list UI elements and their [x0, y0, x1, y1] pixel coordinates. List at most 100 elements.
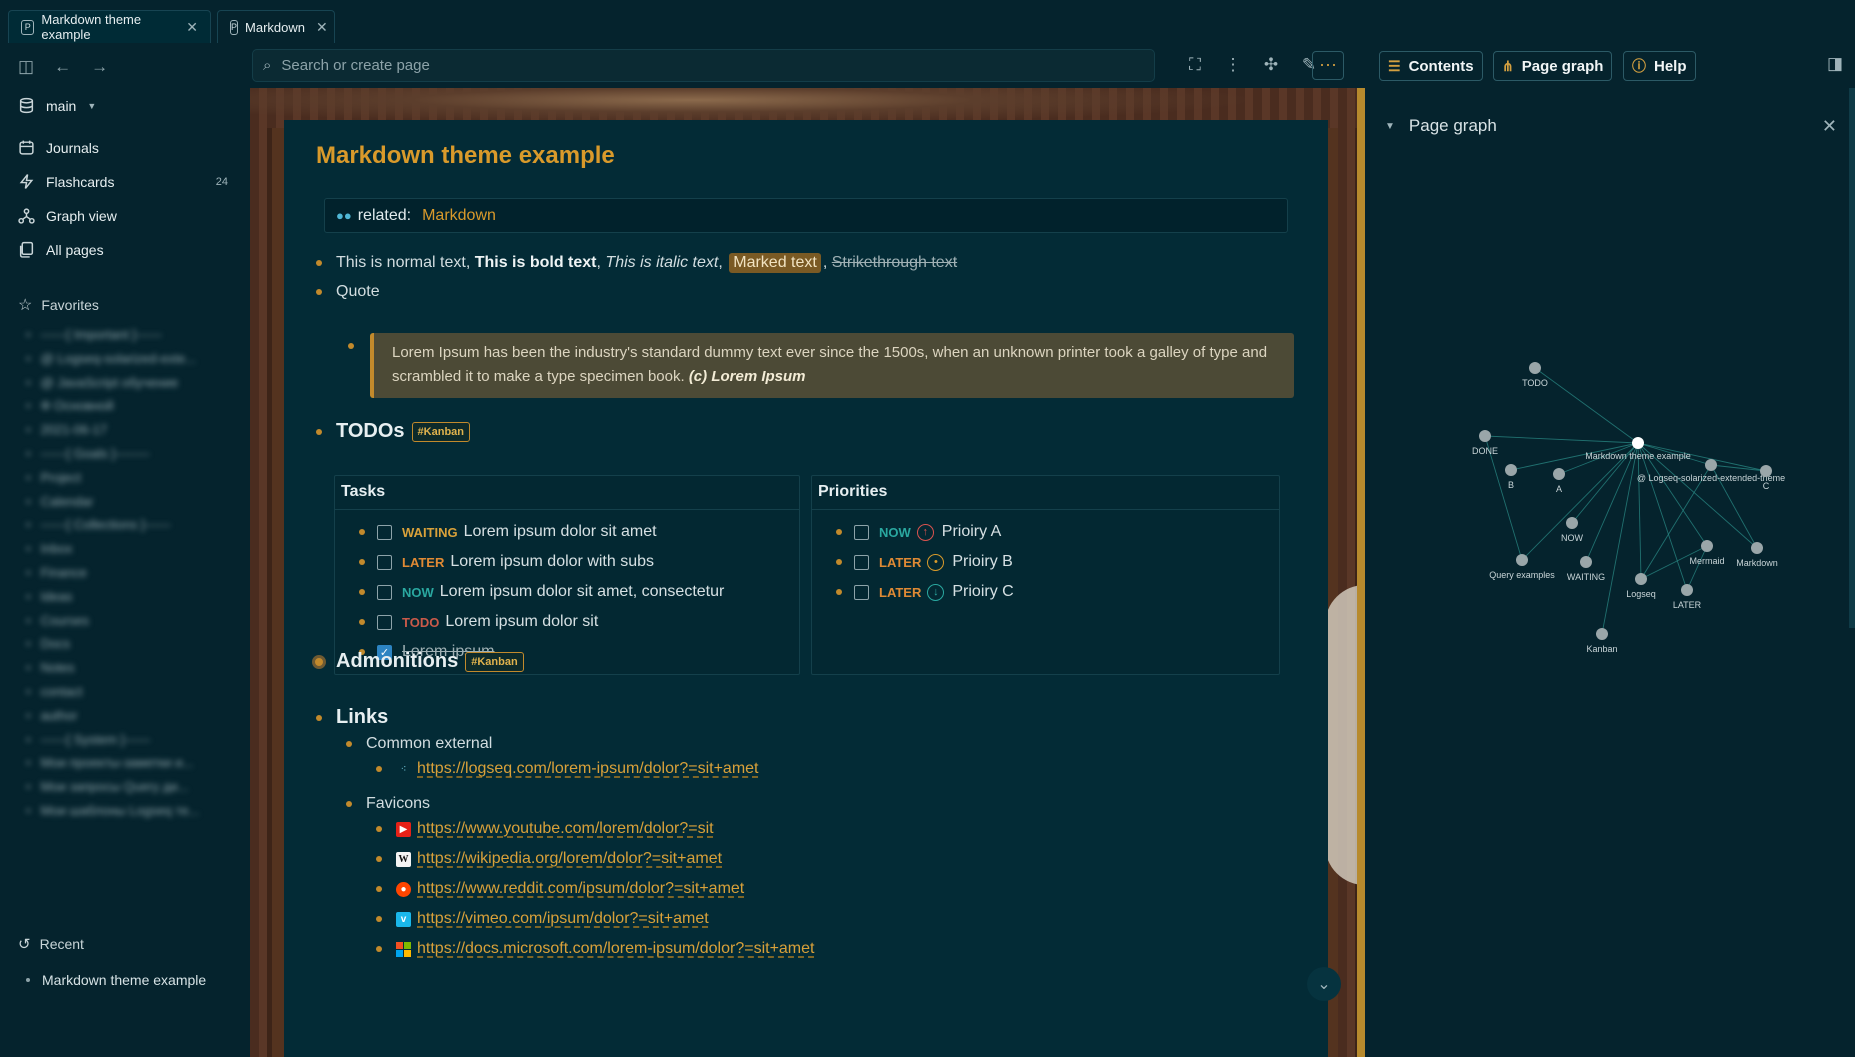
page-graph-button[interactable]: ⋔ Page graph: [1493, 51, 1613, 81]
block-bullet[interactable]: [376, 856, 382, 862]
block-admonitions[interactable]: Admonitions #Kanban: [312, 650, 524, 673]
favorite-item[interactable]: Finance: [26, 565, 87, 580]
favorite-item[interactable]: contact: [26, 684, 83, 699]
scroll-down-button[interactable]: ⌄: [1307, 967, 1341, 1001]
fullscreen-icon[interactable]: ⛶: [1185, 55, 1205, 75]
favorite-item[interactable]: Project: [26, 470, 81, 485]
block-bullet[interactable]: [836, 559, 842, 565]
priority-item[interactable]: LATER • Prioiry B: [836, 553, 1013, 571]
task-checkbox[interactable]: [377, 524, 392, 540]
task-checkbox[interactable]: [854, 554, 869, 570]
task-marker[interactable]: WAITING: [402, 525, 458, 540]
external-link[interactable]: https://www.reddit.com/ipsum/dolor?=sit+…: [417, 880, 744, 898]
task-marker[interactable]: LATER: [402, 555, 444, 570]
graph-node[interactable]: [1701, 540, 1713, 552]
vertical-dots-icon[interactable]: ⋮: [1223, 55, 1243, 75]
link-item[interactable]: https://docs.microsoft.com/lorem-ipsum/d…: [376, 940, 814, 958]
block-bullet[interactable]: [376, 826, 382, 832]
external-link[interactable]: https://www.youtube.com/lorem/dolor?=sit: [417, 820, 714, 838]
graph-node[interactable]: [1751, 542, 1763, 554]
graph-node[interactable]: [1632, 437, 1644, 449]
task-item[interactable]: LATER Lorem ipsum dolor with subs: [359, 553, 654, 571]
block-links[interactable]: Links: [316, 706, 388, 729]
task-checkbox[interactable]: [854, 524, 869, 540]
block-bullet[interactable]: [359, 559, 365, 565]
toggle-right-sidebar-icon[interactable]: ◨: [1827, 54, 1843, 74]
task-item[interactable]: TODO Lorem ipsum dolor sit: [359, 613, 598, 631]
task-checkbox[interactable]: [377, 554, 392, 570]
favorite-item[interactable]: Мои запросы Query ди...: [26, 779, 189, 794]
graph-node[interactable]: [1580, 556, 1592, 568]
plugin-icon[interactable]: ✣: [1261, 55, 1281, 75]
forward-arrow-icon[interactable]: →: [91, 57, 108, 77]
favorite-item[interactable]: @ JavaScript обучение: [26, 375, 179, 390]
close-icon[interactable]: ✕: [186, 19, 198, 36]
contents-button[interactable]: ☰ Contents: [1379, 51, 1483, 81]
kanban-tag[interactable]: #Kanban: [465, 651, 524, 672]
task-checkbox[interactable]: [854, 584, 869, 600]
block-bullet[interactable]: [376, 886, 382, 892]
task-marker[interactable]: TODO: [402, 615, 439, 630]
favorite-item[interactable]: Мои проекты-заметки и...: [26, 755, 194, 770]
workspace-selector[interactable]: main ▼: [18, 97, 96, 114]
favorite-item[interactable]: ------[ Collections ]------: [26, 517, 171, 532]
block-common-external[interactable]: Common external: [346, 735, 492, 753]
graph-node[interactable]: [1705, 459, 1717, 471]
favorite-item[interactable]: ------[ System ]------: [26, 732, 151, 747]
block-quote-label[interactable]: Quote: [316, 283, 380, 301]
block-bullet[interactable]: [346, 741, 352, 747]
favorite-item[interactable]: Docs: [26, 636, 71, 651]
graph-node[interactable]: [1505, 464, 1517, 476]
favorites-header[interactable]: ☆ Favorites: [18, 295, 99, 315]
link-item[interactable]: ▶ https://www.youtube.com/lorem/dolor?=s…: [376, 820, 714, 838]
external-link[interactable]: https://vimeo.com/ipsum/dolor?=sit+amet: [417, 910, 709, 928]
favorite-item[interactable]: Inbox: [26, 541, 73, 556]
external-link[interactable]: https://docs.microsoft.com/lorem-ipsum/d…: [417, 940, 814, 958]
task-item[interactable]: NOW Lorem ipsum dolor sit amet, consecte…: [359, 583, 724, 601]
close-icon[interactable]: ✕: [316, 19, 328, 36]
graph-node[interactable]: [1529, 362, 1541, 374]
favorite-item[interactable]: Courses: [26, 613, 89, 628]
link-item[interactable]: W https://wikipedia.org/lorem/dolor?=sit…: [376, 850, 722, 868]
block-bullet[interactable]: [346, 801, 352, 807]
task-checkbox[interactable]: [377, 584, 392, 600]
kanban-tag[interactable]: #Kanban: [411, 421, 471, 442]
page-title[interactable]: Markdown theme example: [316, 142, 615, 170]
task-marker[interactable]: NOW: [879, 525, 911, 540]
favorite-item[interactable]: Ideas: [26, 589, 73, 604]
graph-node[interactable]: [1553, 468, 1565, 480]
external-link[interactable]: https://wikipedia.org/lorem/dolor?=sit+a…: [417, 850, 722, 868]
favorite-item[interactable]: @ Logseq-solarized-exte...: [26, 351, 197, 366]
search-box[interactable]: ⌕: [252, 49, 1155, 82]
task-checkbox[interactable]: [377, 614, 392, 630]
block-bullet[interactable]: [316, 260, 322, 266]
graph-node[interactable]: [1479, 430, 1491, 442]
collapsed-bullet[interactable]: [312, 654, 326, 669]
favorite-item[interactable]: Ф Основной: [26, 398, 114, 413]
back-arrow-icon[interactable]: ←: [54, 57, 71, 77]
block-bullet[interactable]: [359, 619, 365, 625]
more-options-button[interactable]: ···: [1312, 51, 1344, 80]
property-link[interactable]: Markdown: [422, 207, 496, 225]
favorite-item[interactable]: Мои шаблоны Logseq те...: [26, 803, 200, 818]
block-bullet[interactable]: [836, 529, 842, 535]
graph-node[interactable]: [1516, 554, 1528, 566]
block-bullet[interactable]: [376, 916, 382, 922]
task-marker[interactable]: NOW: [402, 585, 434, 600]
block-bullet[interactable]: [836, 589, 842, 595]
favorite-item[interactable]: ------[ Important ]------: [26, 327, 162, 342]
favorite-item[interactable]: Calendar: [26, 494, 94, 509]
nav-journals[interactable]: Journals: [18, 139, 99, 156]
toggle-sidebar-icon[interactable]: ◫: [18, 57, 34, 77]
link-item[interactable]: ⁖ https://logseq.com/lorem-ipsum/dolor?=…: [376, 760, 758, 778]
block-favicons[interactable]: Favicons: [346, 795, 430, 813]
favorite-item[interactable]: 2021-06-17: [26, 422, 108, 437]
search-input[interactable]: [281, 57, 1132, 74]
block-todos[interactable]: TODOs #Kanban: [316, 420, 471, 443]
block-bullet[interactable]: [316, 714, 322, 721]
task-marker[interactable]: LATER: [879, 555, 921, 570]
block-bullet[interactable]: [376, 766, 382, 772]
nav-flashcards[interactable]: Flashcards 24: [18, 173, 228, 190]
favorite-item[interactable]: Notes: [26, 660, 75, 675]
block-bullet[interactable]: [348, 343, 354, 349]
